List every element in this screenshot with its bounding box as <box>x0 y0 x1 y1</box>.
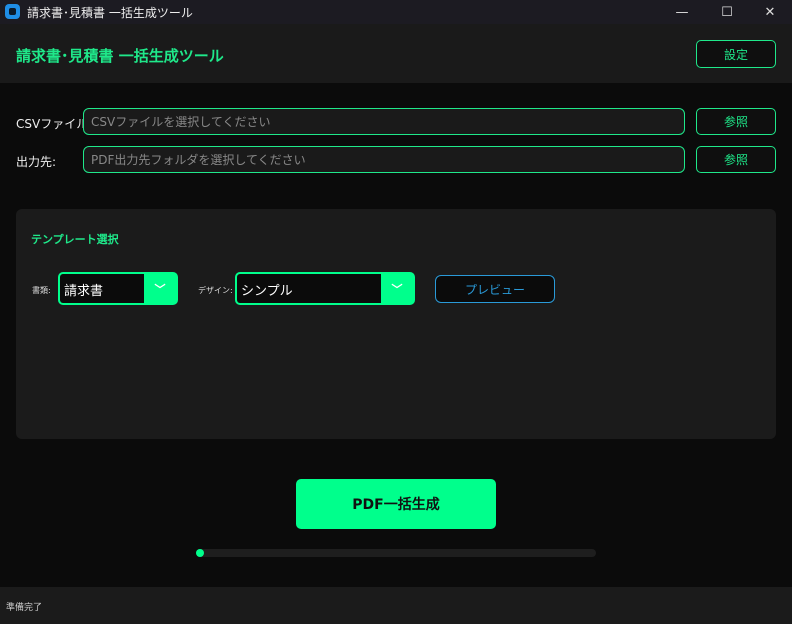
status-text: 準備完了 <box>6 603 43 613</box>
page-title: 請求書･見積書 一括生成ツール <box>16 47 224 65</box>
csv-browse-button[interactable]: 参照 <box>696 108 776 135</box>
settings-button[interactable]: 設定 <box>696 40 776 68</box>
minimize-button[interactable]: — <box>660 0 704 24</box>
doc-type-select[interactable]: 請求書 ﹀ <box>58 272 178 305</box>
status-bar <box>0 587 792 624</box>
csv-file-input[interactable]: CSVファイルを選択してください <box>83 108 685 135</box>
app-icon <box>5 4 20 19</box>
doc-type-value: 請求書 <box>60 274 144 303</box>
template-section-title: テンプレート選択 <box>31 233 119 246</box>
preview-button[interactable]: プレビュー <box>435 275 555 303</box>
csv-label: CSVファイル: <box>16 117 93 131</box>
output-label: 出力先: <box>16 155 57 169</box>
template-panel <box>16 209 776 439</box>
chevron-down-icon[interactable]: ﹀ <box>144 274 176 303</box>
design-value: シンプル <box>237 274 381 303</box>
progress-fill <box>196 549 204 557</box>
csv-placeholder: CSVファイルを選択してください <box>91 115 271 129</box>
output-browse-button[interactable]: 参照 <box>696 146 776 173</box>
close-button[interactable]: ✕ <box>748 0 792 24</box>
output-placeholder: PDF出力先フォルダを選択してください <box>91 153 306 167</box>
generate-pdf-button[interactable]: PDF一括生成 <box>296 479 496 529</box>
window-title: 請求書･見積書 一括生成ツール <box>27 6 193 20</box>
doc-type-label: 書類: <box>32 286 51 295</box>
chevron-down-icon[interactable]: ﹀ <box>381 274 413 303</box>
progress-bar <box>196 549 596 557</box>
output-folder-input[interactable]: PDF出力先フォルダを選択してください <box>83 146 685 173</box>
maximize-button[interactable]: ☐ <box>705 0 749 24</box>
design-label: デザイン: <box>198 286 233 295</box>
design-select[interactable]: シンプル ﹀ <box>235 272 415 305</box>
